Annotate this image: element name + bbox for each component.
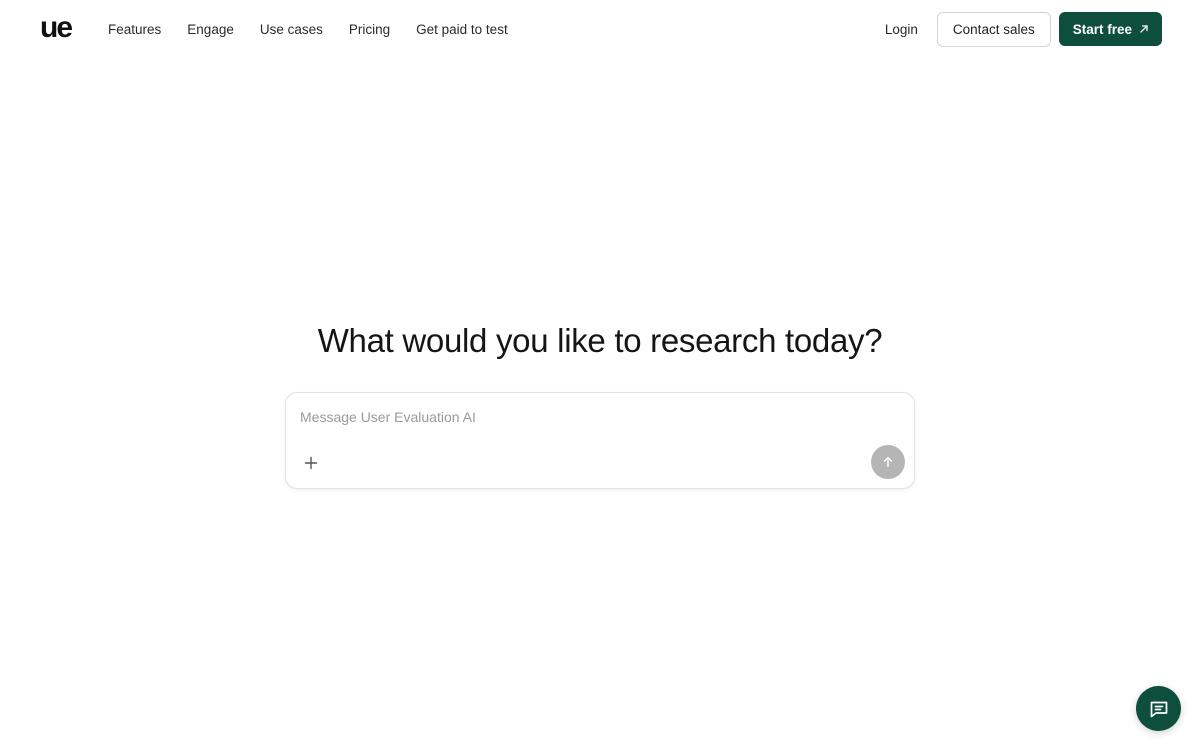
nav-item-engage[interactable]: Engage: [187, 22, 234, 37]
logo[interactable]: ue: [40, 13, 73, 43]
start-free-button[interactable]: Start free: [1058, 12, 1162, 46]
nav-item-get-paid-to-test[interactable]: Get paid to test: [416, 22, 508, 37]
top-nav-bar: ue Features Engage Use cases Pricing Get…: [0, 0, 1200, 58]
arrow-up-icon: [882, 456, 894, 468]
chat-bubble-icon: [1148, 698, 1170, 720]
message-composer: [285, 392, 915, 489]
arrow-up-right-icon: [1139, 24, 1149, 34]
send-button[interactable]: [871, 445, 905, 479]
contact-sales-button[interactable]: Contact sales: [936, 11, 1051, 47]
page: ue Features Engage Use cases Pricing Get…: [0, 0, 1200, 750]
nav-item-features[interactable]: Features: [108, 22, 161, 37]
page-headline: What would you like to research today?: [317, 322, 883, 359]
message-input[interactable]: [300, 405, 860, 429]
contact-sales-label: Contact sales: [952, 21, 1035, 37]
nav-item-use-cases[interactable]: Use cases: [260, 22, 323, 37]
header-actions: Login Contact sales Start free: [885, 11, 1162, 47]
plus-icon[interactable]: [300, 452, 322, 474]
main-nav: Features Engage Use cases Pricing Get pa…: [108, 22, 534, 37]
nav-item-pricing[interactable]: Pricing: [349, 22, 390, 37]
chat-widget-button[interactable]: [1136, 686, 1181, 731]
start-free-label: Start free: [1072, 21, 1132, 37]
login-link[interactable]: Login: [885, 22, 918, 37]
